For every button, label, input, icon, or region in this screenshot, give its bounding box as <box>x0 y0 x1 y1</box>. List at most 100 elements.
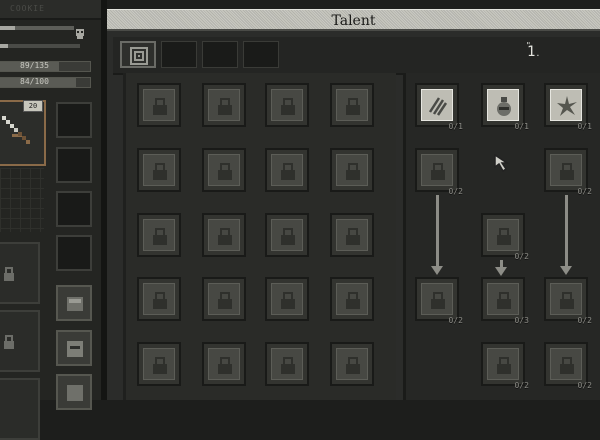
talent-locked[interactable]: 0/2 <box>544 342 592 390</box>
talent-locked[interactable]: 0/2 <box>415 148 463 196</box>
talent-locked[interactable]: 0/2 <box>481 342 529 390</box>
tab-talent-2[interactable] <box>161 41 197 68</box>
talent-grid-slot[interactable] <box>137 83 181 127</box>
equip-slot-3[interactable] <box>56 191 92 227</box>
talent-grid-slot[interactable] <box>265 277 309 321</box>
lock-icon <box>497 292 511 309</box>
lock-icon <box>346 98 360 115</box>
talent-grid-slot[interactable] <box>330 83 374 127</box>
lock-icon <box>497 357 511 374</box>
lock-icon <box>153 98 167 115</box>
equip-slot-4[interactable] <box>56 235 92 271</box>
lock-icon <box>4 267 14 281</box>
talent-grid-slot[interactable] <box>330 277 374 321</box>
talent-rank: 0/1 <box>514 122 529 131</box>
lock-icon <box>218 228 232 245</box>
side-panel-header-text: COOKIE <box>10 4 45 13</box>
talent-claw-slash[interactable]: 0/1 <box>415 83 463 131</box>
bag-slot-3[interactable] <box>0 378 40 440</box>
health-bar: 89/135 <box>0 61 91 72</box>
helmet-icon <box>67 341 83 357</box>
curse-bar <box>0 26 74 30</box>
gear-slot-gloves[interactable] <box>56 285 92 321</box>
talent-grid-slot[interactable] <box>265 148 309 192</box>
bag-slot-2[interactable] <box>0 310 40 372</box>
lock-icon <box>346 357 360 374</box>
lock-icon <box>281 163 295 180</box>
talent-grid-slot[interactable] <box>202 148 246 192</box>
talent-grid-slot[interactable] <box>330 213 374 257</box>
lock-icon <box>218 163 232 180</box>
potion-flask-icon <box>497 97 511 116</box>
bag-slot-1[interactable] <box>0 242 40 304</box>
sword-icon <box>2 116 30 144</box>
talent-grid-slot[interactable] <box>137 148 181 192</box>
lock-icon <box>281 292 295 309</box>
gear-slot-armor[interactable] <box>56 374 92 410</box>
stamina-bar <box>0 44 80 48</box>
lock-icon <box>281 228 295 245</box>
talent-rank: 0/2 <box>577 381 592 390</box>
tree-connector-arrow <box>560 195 572 275</box>
talent-rank: 0/1 <box>448 122 463 131</box>
talent-rank: 0/2 <box>577 316 592 325</box>
lock-icon <box>281 98 295 115</box>
talent-grid-slot[interactable] <box>137 277 181 321</box>
talent-rank: 0/2 <box>577 187 592 196</box>
talent-locked[interactable]: 0/3 <box>481 277 529 325</box>
mana-bar: 84/100 <box>0 77 91 88</box>
weapon-level-badge: 20 <box>23 100 43 112</box>
lock-icon <box>560 163 574 180</box>
side-panel: COOKIE 89/135 84/100 20 <box>0 0 101 440</box>
talent-grid-slot[interactable] <box>265 83 309 127</box>
lock-icon <box>431 163 445 180</box>
talent-window-titlebar[interactable]: Talent <box>107 9 600 31</box>
talent-grid-slot[interactable] <box>330 342 374 386</box>
armor-icon <box>67 385 83 401</box>
talent-grid-slot[interactable] <box>330 148 374 192</box>
tab-talent-4[interactable] <box>243 41 279 68</box>
lock-icon <box>4 335 14 349</box>
inventory-grid <box>0 168 44 232</box>
lock-icon <box>153 228 167 245</box>
tab-talent-3[interactable] <box>202 41 238 68</box>
talent-rank: 0/1 <box>577 122 592 131</box>
lock-icon <box>431 292 445 309</box>
talent-grid-slot[interactable] <box>202 213 246 257</box>
talent-grid-slot[interactable] <box>265 213 309 257</box>
lock-icon <box>153 292 167 309</box>
side-panel-header: COOKIE <box>0 0 101 20</box>
talent-grid-slot[interactable] <box>202 277 246 321</box>
lock-icon <box>281 357 295 374</box>
lock-icon <box>153 357 167 374</box>
talent-potion-flask[interactable]: 0/1 <box>481 83 529 131</box>
lock-icon <box>218 98 232 115</box>
equip-slot-2[interactable] <box>56 147 92 183</box>
mouse-cursor-icon <box>494 154 510 173</box>
lock-icon <box>346 292 360 309</box>
talent-rank: 0/2 <box>514 381 529 390</box>
lock-icon <box>560 292 574 309</box>
talent-rank: 0/2 <box>448 316 463 325</box>
talent-locked[interactable]: 0/2 <box>415 277 463 325</box>
gear-slot-helmet[interactable] <box>56 330 92 366</box>
mana-value: 84/100 <box>20 77 49 86</box>
talent-grid-slot[interactable] <box>202 342 246 386</box>
window-title: Talent <box>331 13 376 29</box>
talent-locked[interactable]: 0/2 <box>544 277 592 325</box>
talent-points-counter: " 1. <box>526 41 541 60</box>
lock-icon <box>218 357 232 374</box>
tab-talent-1[interactable] <box>120 41 156 68</box>
lock-icon <box>218 292 232 309</box>
talent-grid-slot[interactable] <box>137 342 181 386</box>
equip-slot-1[interactable] <box>56 102 92 138</box>
talent-spiky-burst[interactable]: 0/1 <box>544 83 592 131</box>
talent-grid-slot[interactable] <box>137 213 181 257</box>
lock-icon <box>497 228 511 245</box>
talent-grid-slot[interactable] <box>265 342 309 386</box>
skull-icon <box>76 29 84 39</box>
talent-grid-slot[interactable] <box>202 83 246 127</box>
talent-locked[interactable]: 0/2 <box>481 213 529 261</box>
lock-icon <box>153 163 167 180</box>
talent-locked[interactable]: 0/2 <box>544 148 592 196</box>
